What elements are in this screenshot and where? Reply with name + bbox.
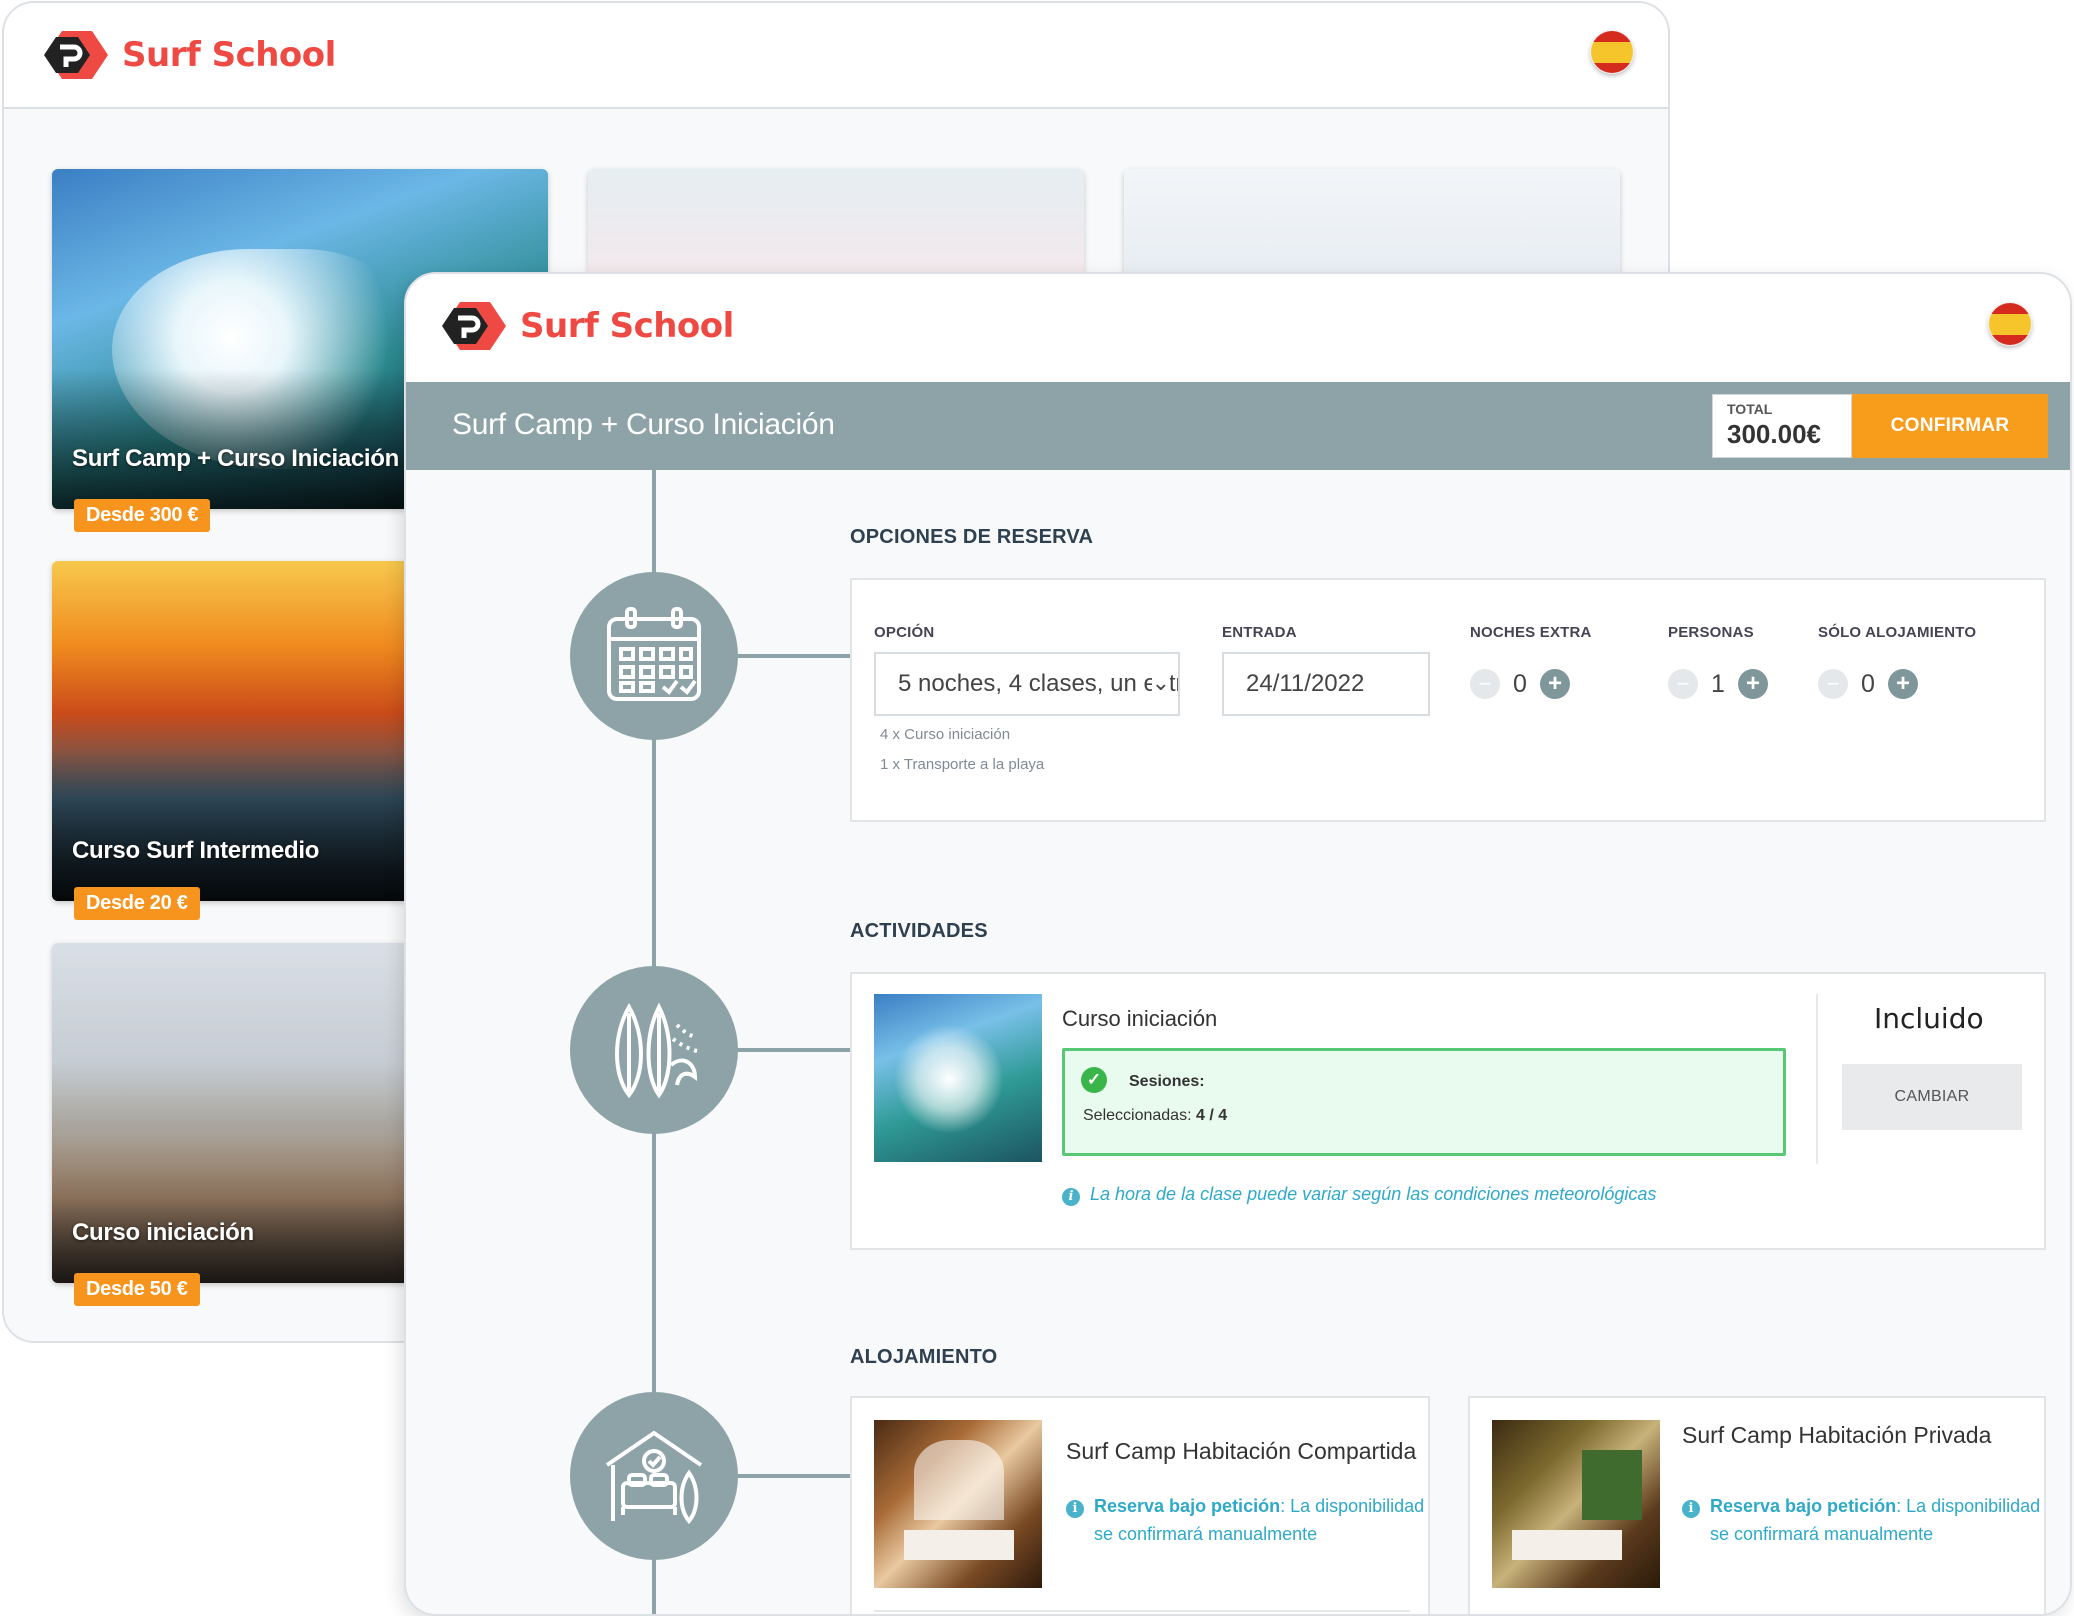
- divider: [874, 1610, 1410, 1612]
- plus-icon[interactable]: +: [1540, 669, 1570, 699]
- people-value: 1: [1711, 669, 1725, 698]
- lodging-note: i Reserva bajo petición: La disponibilida…: [1682, 1492, 2040, 1548]
- lodging-section-title: ALOJAMIENTO: [850, 1346, 998, 1368]
- lodging-note: i Reserva bajo petición: La disponibilida…: [1066, 1492, 1424, 1548]
- spain-flag-icon[interactable]: [1988, 302, 2032, 346]
- activities-section-title: ACTIVIDADES: [850, 920, 988, 942]
- price-badge: Desde 50 €: [74, 1273, 200, 1306]
- price-badge: Desde 300 €: [74, 499, 211, 532]
- surfboards-icon: [615, 1002, 698, 1099]
- lodging-name: Surf Camp Habitación Privada: [1682, 1422, 1992, 1448]
- option-label: OPCIÓN: [874, 624, 935, 641]
- minus-icon[interactable]: −: [1818, 669, 1848, 699]
- extra-nights-label: NOCHES EXTRA: [1470, 624, 1592, 641]
- room-image: [1492, 1420, 1660, 1588]
- activity-image: [874, 994, 1042, 1162]
- only-lodging-value: 0: [1861, 669, 1875, 698]
- brand-name: Surf School: [122, 35, 336, 75]
- only-lodging-stepper: − 0 +: [1818, 669, 1918, 699]
- extra-nights-value: 0: [1513, 669, 1527, 698]
- brand-name: Surf School: [520, 306, 734, 346]
- confirm-button[interactable]: CONFIRMAR: [1852, 394, 2048, 458]
- entry-date-input[interactable]: 24/11/2022: [1222, 652, 1430, 716]
- lodging-name: Surf Camp Habitación Compartida: [1066, 1438, 1417, 1464]
- header: Surf School: [4, 3, 1668, 109]
- logo-icon: [442, 302, 506, 350]
- info-icon: i: [1062, 1187, 1080, 1206]
- header: Surf School: [406, 274, 2070, 382]
- price-badge: Desde 20 €: [74, 887, 200, 920]
- sessions-selected: Seleccionadas: 4 / 4: [1083, 1107, 1228, 1124]
- extra-nights-stepper: − 0 +: [1470, 669, 1570, 699]
- sessions-box: ✓ Sesiones: Seleccionadas: 4 / 4: [1062, 1048, 1786, 1156]
- activities-node: [570, 966, 738, 1134]
- calendar-node: [570, 572, 738, 740]
- logo-icon: [44, 31, 108, 79]
- total-box: TOTAL 300.00€: [1712, 394, 1852, 458]
- info-icon: i: [1682, 1500, 1700, 1518]
- activity-panel: Curso iniciación ✓ Sesiones: Seleccionad…: [850, 972, 2046, 1250]
- change-button[interactable]: CAMBIAR: [1842, 1064, 2022, 1130]
- option-value: 5 noches, 4 clases, un extra: [898, 670, 1180, 697]
- entry-value: 24/11/2022: [1246, 670, 1365, 697]
- lodging-card[interactable]: Surf Camp Habitación Privada i Reserva ba…: [1468, 1396, 2046, 1614]
- card-title: Curso iniciación: [72, 1219, 254, 1246]
- logo[interactable]: Surf School: [42, 27, 336, 83]
- option-include: 4 x Curso iniciación: [880, 726, 1011, 743]
- booking-panel: OPCIÓN 5 noches, 4 clases, un extra ⌄ 4 …: [850, 578, 2046, 822]
- people-label: PERSONAS: [1668, 624, 1754, 641]
- lodging-card[interactable]: Surf Camp Habitación Compartida i Reserva…: [850, 1396, 1430, 1614]
- activity-name: Curso iniciación: [1062, 1006, 1218, 1031]
- plus-icon[interactable]: +: [1888, 669, 1918, 699]
- lodging-node: [570, 1392, 738, 1560]
- spain-flag-icon[interactable]: [1590, 30, 1634, 74]
- total-value: 300.00€: [1727, 419, 1821, 449]
- weather-note: i La hora de la clase puede variar según …: [1062, 1184, 1656, 1206]
- check-icon: ✓: [1081, 1067, 1107, 1093]
- bed-house-icon: [605, 1430, 703, 1525]
- room-image: [874, 1420, 1042, 1588]
- logo[interactable]: Surf School: [440, 298, 734, 354]
- total-label: TOTAL: [1727, 401, 1773, 417]
- divider: [1816, 994, 1818, 1164]
- minus-icon[interactable]: −: [1668, 669, 1698, 699]
- only-lodging-label: SÓLO ALOJAMIENTO: [1818, 624, 1977, 641]
- entry-label: ENTRADA: [1222, 624, 1297, 641]
- card-title: Curso Surf Intermedio: [72, 837, 320, 864]
- people-stepper: − 1 +: [1668, 669, 1768, 699]
- card-title: Surf Camp + Curso Iniciación: [72, 445, 400, 472]
- chevron-down-icon: ⌄: [1151, 670, 1170, 696]
- booking-section-title: OPCIONES DE RESERVA: [850, 526, 1094, 548]
- sessions-label: Sesiones:: [1129, 1073, 1205, 1090]
- title-bar: Surf Camp + Curso Iniciación TOTAL 300.0…: [406, 382, 2070, 470]
- option-include: 1 x Transporte a la playa: [880, 756, 1045, 773]
- calendar-icon: [607, 607, 701, 701]
- minus-icon[interactable]: −: [1470, 669, 1500, 699]
- info-icon: i: [1066, 1500, 1084, 1518]
- included-label: Incluido: [1874, 1002, 1984, 1035]
- page-title: Surf Camp + Curso Iniciación: [452, 408, 835, 441]
- option-select[interactable]: 5 noches, 4 clases, un extra ⌄: [874, 652, 1180, 716]
- booking-window: Surf School Surf Camp + Curso Iniciación…: [404, 272, 2072, 1616]
- plus-icon[interactable]: +: [1738, 669, 1768, 699]
